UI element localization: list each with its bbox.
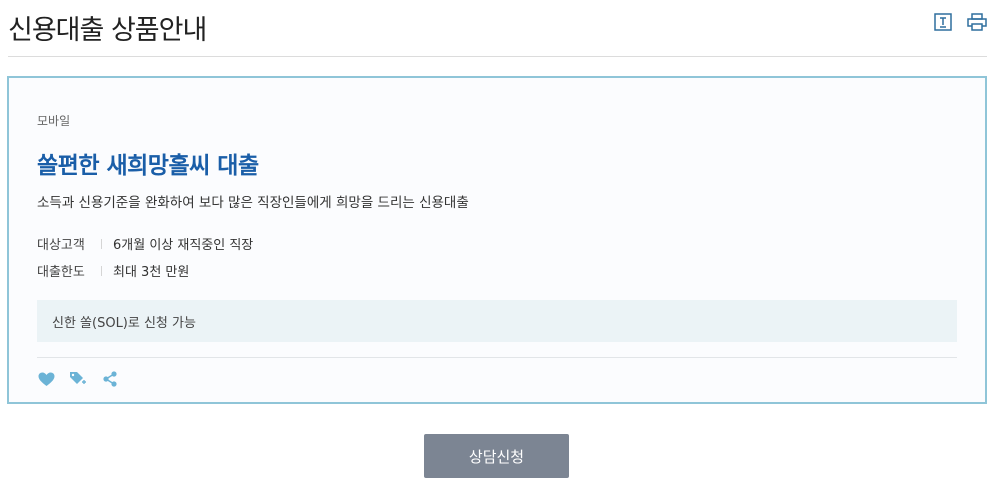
heart-icon[interactable] xyxy=(37,370,55,388)
info-label: 대상고객 xyxy=(37,238,85,253)
header-divider xyxy=(8,56,987,57)
tag-add-icon[interactable] xyxy=(69,370,87,388)
product-name[interactable]: 쏠편한 새희망홀씨 대출 xyxy=(37,146,259,180)
header-tools xyxy=(933,12,987,32)
info-value: 6개월 이상 재직중인 직장 xyxy=(113,238,254,253)
card-divider xyxy=(37,357,957,358)
share-icon[interactable] xyxy=(101,370,119,388)
info-label: 대출한도 xyxy=(37,265,85,280)
info-separator xyxy=(101,265,102,276)
info-separator xyxy=(101,238,102,249)
info-row-limit: 대출한도 최대 3천 만원 xyxy=(37,261,189,280)
info-row-target: 대상고객 6개월 이상 재직중인 직장 xyxy=(37,234,253,253)
print-icon[interactable] xyxy=(967,12,987,32)
page-title: 신용대출 상품안내 xyxy=(8,15,207,46)
application-notice: 신한 쏠(SOL)로 신청 가능 xyxy=(37,300,957,342)
product-card: 모바일 쏠편한 새희망홀씨 대출 소득과 신용기준을 완화하여 보다 많은 직장… xyxy=(7,76,987,404)
info-value: 최대 3천 만원 xyxy=(113,265,190,280)
product-description: 소득과 신용기준을 완화하여 보다 많은 직장인들에게 희망을 드리는 신용대출 xyxy=(37,195,469,211)
text-size-icon[interactable] xyxy=(933,12,953,32)
consult-request-button[interactable]: 상담신청 xyxy=(424,434,569,478)
card-actions xyxy=(37,370,119,388)
product-category: 모바일 xyxy=(37,114,71,128)
